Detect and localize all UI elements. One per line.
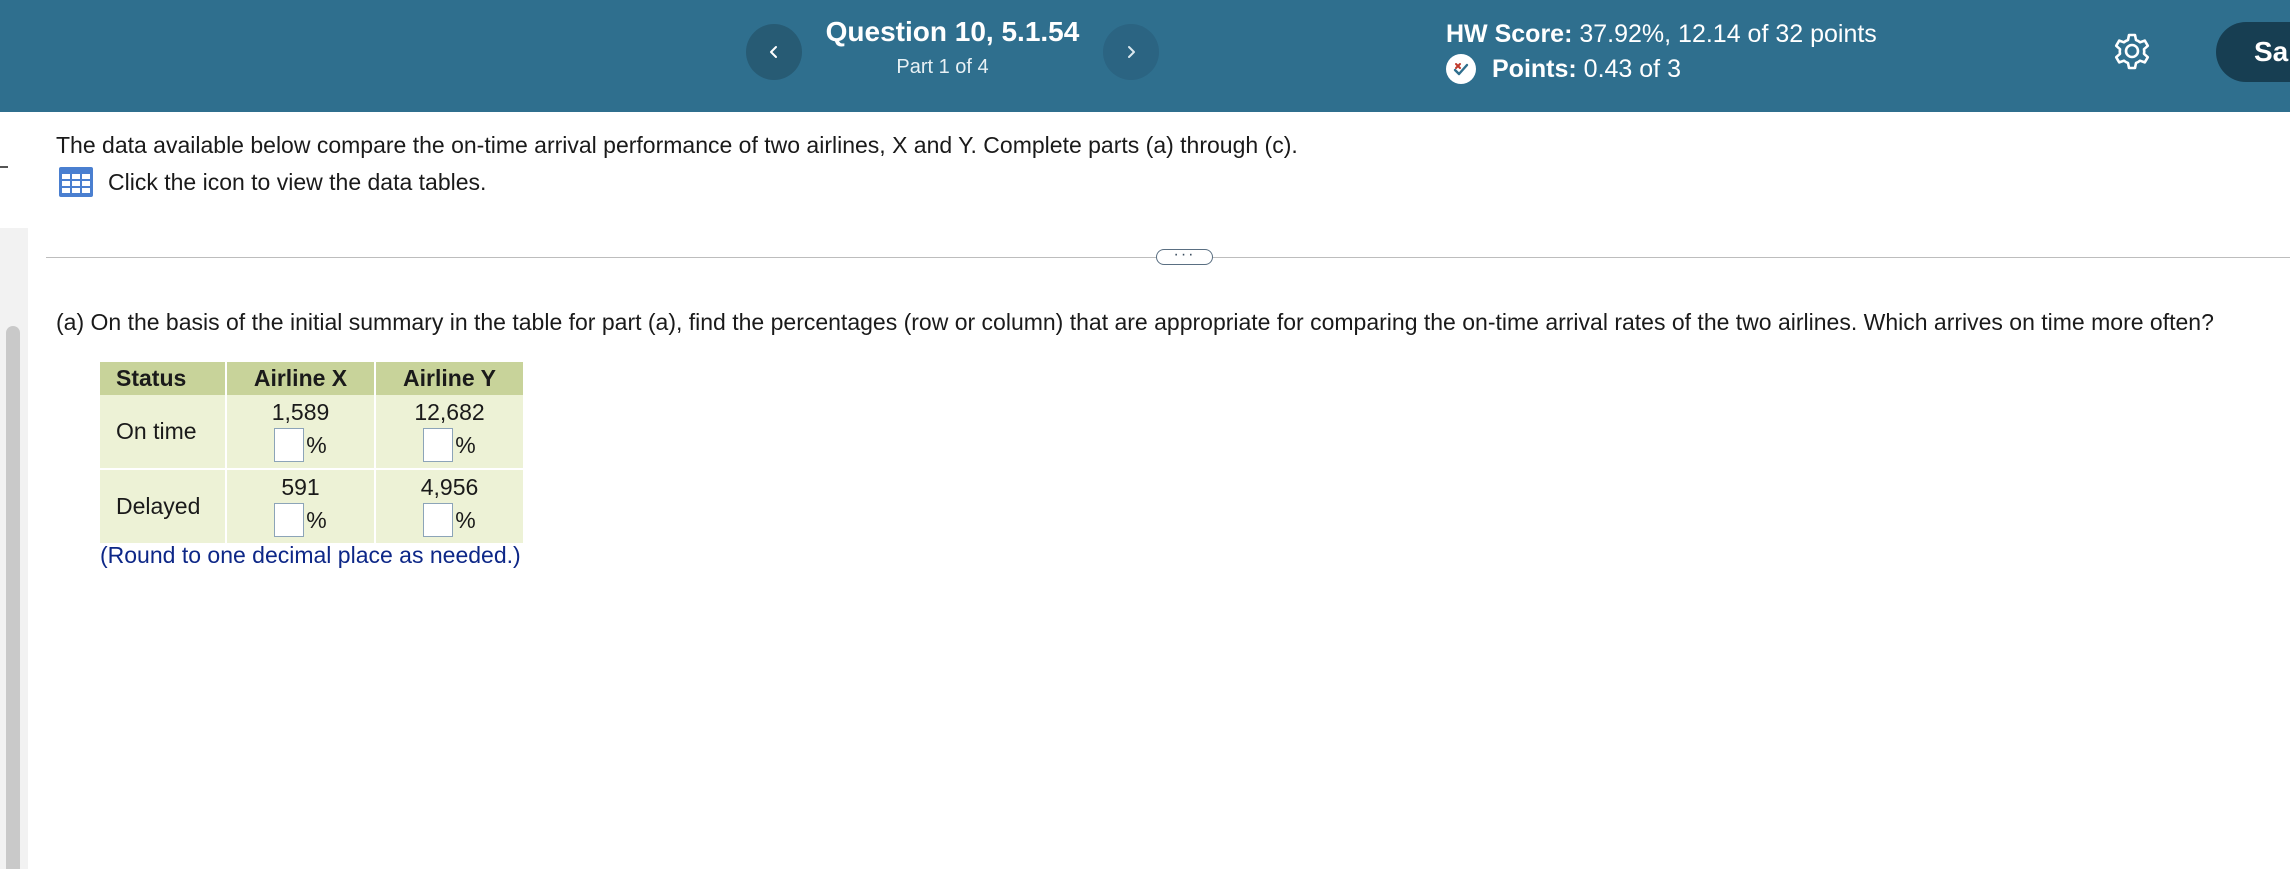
cell-value: 591: [281, 474, 320, 500]
gear-icon[interactable]: [2112, 31, 2152, 71]
cell-value: 4,956: [420, 474, 479, 500]
table-cell: 1,589 %: [226, 395, 376, 470]
question-title: Question 10, 5.1.54: [825, 16, 1080, 47]
data-table-icon[interactable]: [58, 166, 94, 198]
points-value: 0.43 of 3: [1583, 54, 1681, 83]
answer-input[interactable]: [274, 503, 305, 537]
table-row: Delayed 591 % 4,956 %: [100, 469, 525, 545]
rounding-instruction: (Round to one decimal place as needed.): [100, 542, 521, 568]
percent-sign: %: [306, 506, 327, 533]
percent-sign: %: [455, 431, 476, 458]
data-table: Status Airline X Airline Y On time 1,589…: [100, 362, 525, 545]
table-header-airline-y: Airline Y: [375, 362, 525, 395]
cell-value: 1,589: [271, 399, 330, 425]
table-header-status: Status: [100, 362, 227, 395]
row-label-on-time: On time: [100, 395, 227, 470]
previous-question-button[interactable]: [746, 24, 802, 80]
view-data-tables-link[interactable]: Click the icon to view the data tables.: [58, 166, 486, 198]
answer-input[interactable]: [423, 428, 454, 462]
question-part: Part 1 of 4: [896, 56, 989, 78]
partial-credit-icon: [1446, 54, 1476, 84]
answer-input[interactable]: [423, 503, 454, 537]
table-cell: 4,956 %: [375, 469, 525, 545]
answer-input[interactable]: [274, 428, 305, 462]
table-row: On time 1,589 % 12,682 %: [100, 395, 525, 470]
intro-text: The data available below compare the on-…: [56, 132, 1298, 158]
table-cell: 591 %: [226, 469, 376, 545]
chevron-right-icon: [1128, 46, 1135, 58]
expand-divider-button[interactable]: ···: [1156, 247, 1213, 265]
percent-sign: %: [306, 431, 327, 458]
next-question-button[interactable]: [1103, 24, 1159, 80]
scrollbar-thumb[interactable]: [6, 326, 20, 869]
question-text: (a) On the basis of the initial summary …: [56, 309, 2214, 335]
left-rail-marker: [0, 166, 8, 168]
save-button[interactable]: Sa: [2216, 22, 2290, 82]
top-bar: Question 10, 5.1.54 Part 1 of 4 HW Score…: [0, 0, 2290, 112]
view-data-tables-label[interactable]: Click the icon to view the data tables.: [108, 169, 486, 196]
table-header-airline-x: Airline X: [226, 362, 376, 395]
table-cell: 12,682 %: [375, 395, 525, 470]
points: Points: 0.43 of 3: [1446, 54, 1681, 84]
hw-score: HW Score: 37.92%, 12.14 of 32 points: [1446, 20, 1877, 49]
chevron-left-icon: [770, 46, 777, 58]
cell-value: 12,682: [414, 399, 485, 425]
table-header-row: Status Airline X Airline Y: [100, 362, 525, 395]
percent-sign: %: [455, 506, 476, 533]
points-label: Points:: [1492, 54, 1577, 83]
hw-score-label: HW Score:: [1446, 20, 1573, 48]
hw-score-value: 37.92%, 12.14 of 32 points: [1579, 20, 1877, 48]
row-label-delayed: Delayed: [100, 469, 227, 545]
